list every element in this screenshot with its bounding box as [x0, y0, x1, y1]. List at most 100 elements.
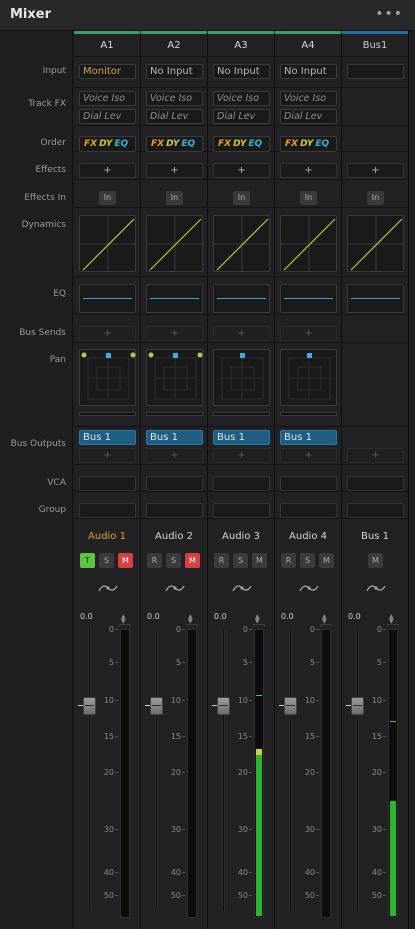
group-slot[interactable]	[213, 503, 270, 518]
track-fx-slot-2[interactable]: Dial Lev	[213, 109, 270, 124]
automation-icon[interactable]	[232, 582, 252, 594]
eq-graph[interactable]	[146, 284, 203, 313]
dynamics-graph[interactable]	[280, 215, 337, 272]
pan-width-bar[interactable]	[280, 412, 337, 416]
fx-order-selector[interactable]: FX DY EQ	[79, 136, 136, 152]
automation-icon[interactable]	[98, 582, 118, 594]
peak-hold-icon[interactable]: ▲ ▼	[322, 614, 327, 625]
effects-in-toggle[interactable]: In	[233, 191, 250, 205]
add-bus-output-button[interactable]: +	[280, 448, 337, 463]
input-select[interactable]: No Input	[213, 64, 270, 79]
add-effect-button[interactable]: +	[280, 163, 337, 178]
add-bus-output-button[interactable]: +	[79, 448, 136, 463]
effects-in-toggle[interactable]: In	[166, 191, 183, 205]
automation-icon[interactable]	[299, 582, 319, 594]
volume-readout[interactable]: 0.0	[348, 612, 361, 621]
pan-control[interactable]	[213, 349, 270, 406]
vca-slot[interactable]	[280, 476, 337, 491]
channel-name[interactable]: Audio 4	[275, 531, 341, 542]
pan-width-bar[interactable]	[146, 412, 203, 416]
vca-slot[interactable]	[79, 476, 136, 491]
group-slot[interactable]	[146, 503, 203, 518]
effects-in-toggle[interactable]: In	[367, 191, 384, 205]
record-button[interactable]: R	[281, 553, 296, 568]
volume-readout[interactable]: 0.0	[281, 612, 294, 621]
add-bus-send-button[interactable]: +	[213, 326, 270, 341]
track-fx-slot-1[interactable]: Voice Iso	[146, 91, 203, 106]
volume-readout[interactable]: 0.0	[80, 612, 93, 621]
record-button[interactable]: R	[147, 553, 162, 568]
dynamics-graph[interactable]	[213, 215, 270, 272]
meter-clip-indicator[interactable]	[119, 624, 131, 627]
record-button[interactable]: R	[214, 553, 229, 568]
mute-button[interactable]: M	[368, 553, 383, 568]
eq-graph[interactable]	[79, 284, 136, 313]
pan-width-bar[interactable]	[79, 412, 136, 416]
add-bus-output-button[interactable]: +	[213, 448, 270, 463]
input-select[interactable]	[347, 64, 404, 79]
track-arm-button[interactable]: T	[80, 553, 95, 568]
pan-width-bar[interactable]	[213, 412, 270, 416]
channel-name[interactable]: Audio 3	[208, 531, 274, 542]
dynamics-graph[interactable]	[146, 215, 203, 272]
track-fx-slot-2[interactable]: Dial Lev	[79, 109, 136, 124]
solo-button[interactable]: S	[300, 553, 315, 568]
channel-name[interactable]: Audio 2	[141, 531, 207, 542]
add-effect-button[interactable]: +	[146, 163, 203, 178]
automation-icon[interactable]	[366, 582, 386, 594]
volume-readout[interactable]: 0.0	[147, 612, 160, 621]
input-select[interactable]: Monitor	[79, 64, 136, 79]
pan-control[interactable]	[280, 349, 337, 406]
input-select[interactable]: No Input	[146, 64, 203, 79]
fader-track[interactable]	[155, 629, 158, 911]
fader-track[interactable]	[222, 629, 225, 911]
fader-track[interactable]	[356, 629, 359, 911]
group-slot[interactable]	[280, 503, 337, 518]
eq-graph[interactable]	[213, 284, 270, 313]
eq-graph[interactable]	[280, 284, 337, 313]
dynamics-graph[interactable]	[347, 215, 404, 272]
track-fx-slot-1[interactable]: Voice Iso	[280, 91, 337, 106]
vca-slot[interactable]	[347, 476, 404, 491]
effects-in-toggle[interactable]: In	[300, 191, 317, 205]
track-fx-slot-1[interactable]: Voice Iso	[79, 91, 136, 106]
channel-name[interactable]: Bus 1	[342, 531, 408, 542]
vca-slot[interactable]	[213, 476, 270, 491]
peak-hold-icon[interactable]: ▲ ▼	[255, 614, 260, 625]
meter-clip-indicator[interactable]	[387, 624, 399, 627]
add-effect-button[interactable]: +	[213, 163, 270, 178]
channel-name[interactable]: Audio 1	[74, 531, 140, 542]
track-fx-slot-2[interactable]: Dial Lev	[146, 109, 203, 124]
mute-button[interactable]: M	[252, 553, 267, 568]
add-effect-button[interactable]: +	[347, 163, 404, 178]
pan-control[interactable]	[146, 349, 203, 406]
fx-order-selector[interactable]: FX DY EQ	[146, 136, 203, 152]
add-bus-send-button[interactable]: +	[79, 326, 136, 341]
add-bus-output-button[interactable]: +	[146, 448, 203, 463]
fader-track[interactable]	[289, 629, 292, 911]
track-fx-slot-2[interactable]: Dial Lev	[280, 109, 337, 124]
meter-clip-indicator[interactable]	[186, 624, 198, 627]
mute-button[interactable]: M	[185, 553, 200, 568]
more-horizontal-icon[interactable]: •••	[375, 6, 403, 22]
solo-button[interactable]: S	[233, 553, 248, 568]
fader-track[interactable]	[88, 629, 91, 911]
pan-control[interactable]	[79, 349, 136, 406]
group-slot[interactable]	[79, 503, 136, 518]
meter-clip-indicator[interactable]	[253, 624, 265, 627]
eq-graph[interactable]	[347, 284, 404, 313]
vca-slot[interactable]	[146, 476, 203, 491]
bus-output-select[interactable]: Bus 1	[280, 430, 337, 445]
bus-output-select[interactable]: Bus 1	[79, 430, 136, 445]
peak-hold-icon[interactable]: ▲ ▼	[188, 614, 193, 625]
bus-output-select[interactable]: Bus 1	[213, 430, 270, 445]
group-slot[interactable]	[347, 503, 404, 518]
dynamics-graph[interactable]	[79, 215, 136, 272]
fx-order-selector[interactable]: FX DY EQ	[280, 136, 337, 152]
add-bus-send-button[interactable]: +	[280, 326, 337, 341]
automation-icon[interactable]	[165, 582, 185, 594]
peak-hold-icon[interactable]: ▲ ▼	[389, 614, 394, 625]
volume-readout[interactable]: 0.0	[214, 612, 227, 621]
mute-button[interactable]: M	[118, 553, 133, 568]
effects-in-toggle[interactable]: In	[99, 191, 116, 205]
